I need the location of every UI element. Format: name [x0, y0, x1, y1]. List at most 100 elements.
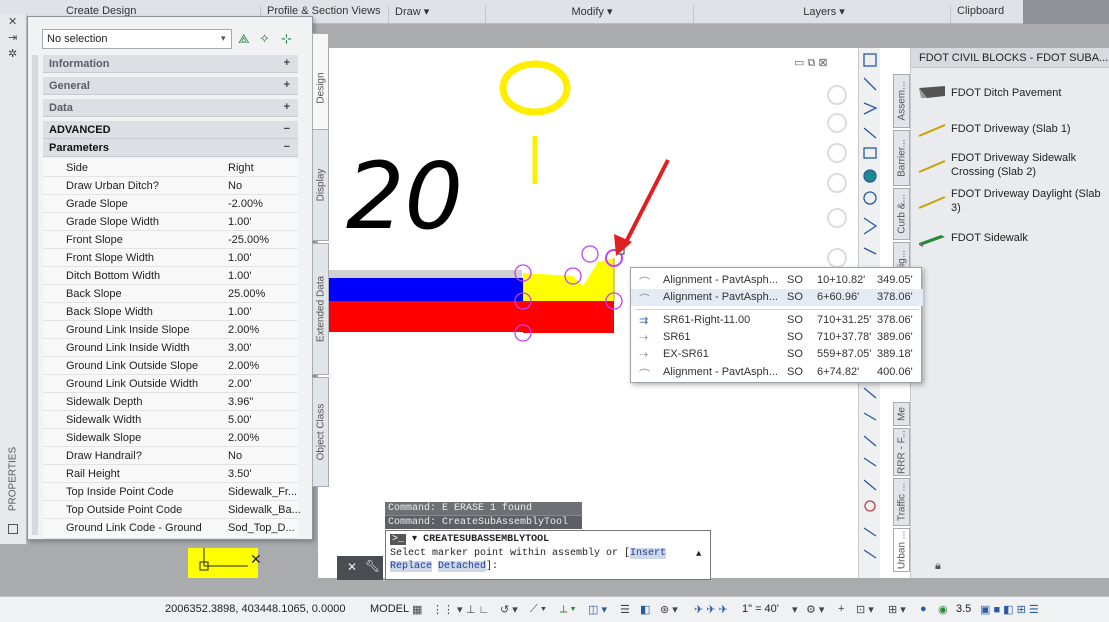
driveway-sidewalk-crossing-icon	[917, 158, 947, 174]
strip-icons[interactable]: ✕ ⇥ ✲	[8, 14, 17, 62]
snap-alignment-popup[interactable]: ⌒ Alignment - PavtAsph... SO 10+10.82' 349.…	[630, 267, 923, 383]
osnap-icon[interactable]: ⟂ ▾	[560, 603, 576, 616]
toggle-pickadd-icon[interactable]: ⊹	[281, 31, 292, 47]
param-row[interactable]: Draw Handrail? No	[43, 447, 298, 465]
properties-toggle-icon[interactable]	[8, 524, 18, 534]
properties-side-strip: ✕ ⇥ ✲ PROPERTIES	[0, 14, 27, 544]
ribbon-panel-draw[interactable]: Draw ▾	[388, 5, 429, 23]
snap-icon[interactable]: ⋮⋮ ▾	[432, 603, 463, 616]
tab-object-class[interactable]: Object Class	[312, 377, 329, 487]
param-row[interactable]: Top Outside Point Code Sidewalk_Ba...	[43, 501, 301, 519]
param-row[interactable]: Ground Link Inside Width 3.00'	[43, 339, 298, 357]
section-general[interactable]: General +	[43, 77, 298, 95]
isodraft-icon[interactable]: ⟋ ▾	[530, 603, 546, 616]
param-row[interactable]: Sidewalk Width 5.00'	[43, 411, 298, 429]
palette-tab-curb[interactable]: Curb &...	[893, 188, 910, 240]
ribbon-panel-layers[interactable]: Layers ▾	[693, 5, 948, 23]
popup-row[interactable]: ⌒ Alignment - PavtAsph... SO 6+74.82' 400.0…	[631, 364, 923, 381]
selection-dropdown[interactable]: No selection ▾	[42, 29, 232, 49]
param-row[interactable]: Rail Height 3.50'	[43, 465, 298, 483]
param-row[interactable]: Ground Link Code - Ground Sod_Top_D...	[43, 519, 298, 539]
palette-tab-rrr[interactable]: RRR - F...	[893, 428, 910, 476]
param-row[interactable]: Back Slope Width 1.00'	[43, 303, 298, 321]
chevron-up-icon[interactable]: ▲	[696, 549, 701, 559]
properties-icon[interactable]: ⊞ ▾	[888, 603, 906, 616]
clean-screen-icon[interactable]: ▣ ■ ◧ ⊞ ☰	[980, 603, 1039, 616]
palette-item-ditch-pavement[interactable]: FDOT Ditch Pavement	[951, 86, 1101, 100]
param-row[interactable]: Grade Slope -2.00%	[43, 195, 298, 213]
palette-item-driveway-daylight[interactable]: FDOT Driveway Daylight (Slab 3)	[951, 187, 1101, 215]
select-objects-icon[interactable]: ✧	[259, 31, 270, 47]
section-data[interactable]: Data +	[43, 99, 298, 117]
workspace-gear-icon[interactable]: ⚙ ▾	[806, 603, 824, 616]
popup-row[interactable]: ⌒ Alignment - PavtAsph... SO 10+10.82' 349.…	[631, 272, 923, 289]
section-information[interactable]: Information +	[43, 55, 298, 73]
palette-tab-traffic[interactable]: Traffic ...	[893, 478, 910, 526]
palette-tab-assemblies[interactable]: Assem...	[893, 74, 910, 128]
isolate-icon[interactable]: ●	[920, 603, 927, 615]
param-row[interactable]: Sidewalk Depth 3.96"	[43, 393, 298, 411]
popup-row[interactable]: ⇉ SR61-Right-11.00 SO 710+31.25' 378.06'	[631, 312, 923, 329]
param-row[interactable]: Draw Urban Ditch? No	[43, 177, 298, 195]
ribbon-panel-clipboard[interactable]: Clipboard	[950, 5, 1004, 23]
properties-scrollbar[interactable]	[32, 55, 38, 535]
param-row[interactable]: Ditch Bottom Width 1.00'	[43, 267, 298, 285]
section-parameters[interactable]: Parameters −	[43, 139, 298, 157]
param-row[interactable]: Front Slope Width 1.00'	[43, 249, 298, 267]
plus-icon[interactable]: +	[838, 603, 844, 615]
palette-item-sidewalk[interactable]: FDOT Sidewalk	[951, 231, 1101, 245]
status-number[interactable]: 3.5	[956, 603, 971, 615]
option-detached[interactable]: Detached	[438, 561, 487, 572]
coordinates-readout[interactable]: 2006352.3898, 403448.1065, 0.0000	[165, 603, 345, 615]
param-row[interactable]: Sidewalk Slope 2.00%	[43, 429, 298, 447]
param-row[interactable]: Top Inside Point Code Sidewalk_Fr...	[43, 483, 298, 501]
palette-item-driveway-sidewalk-crossing[interactable]: FDOT Driveway Sidewalk Crossing (Slab 2)	[951, 151, 1101, 179]
chevron-down-icon[interactable]: ▾	[792, 603, 798, 616]
transparency-icon[interactable]: ◧	[640, 603, 650, 616]
param-row[interactable]: Side Right	[43, 159, 298, 177]
alignment-icon: ⌒	[639, 277, 650, 289]
tab-extended-data[interactable]: Extended Data	[312, 243, 329, 375]
hardware-accel-icon[interactable]: ◉	[938, 603, 948, 616]
selection-value: No selection	[47, 33, 108, 45]
grid-icon[interactable]: ▦	[412, 603, 422, 616]
param-row[interactable]: Ground Link Outside Width 2.00'	[43, 375, 298, 393]
tool-palette: FDOT CIVIL BLOCKS - FDOT SUBA... Assem..…	[893, 48, 1109, 578]
popup-row[interactable]: ⇢ SR61 SO 710+37.78' 389.06'	[631, 329, 923, 346]
palette-tab-me[interactable]: Me	[893, 402, 910, 426]
polar-icon[interactable]: ↺ ▾	[500, 603, 518, 616]
units-icon[interactable]: ⊡ ▾	[856, 603, 874, 616]
param-row[interactable]: Ground Link Inside Slope 2.00%	[43, 321, 298, 339]
section-advanced[interactable]: ADVANCED −	[43, 121, 298, 139]
annotation-scale[interactable]: 1" = 40'	[742, 603, 779, 615]
tab-design[interactable]: Design	[312, 33, 329, 143]
palette-tab-barriers[interactable]: Barrier...	[893, 130, 910, 186]
command-line-controls[interactable]: ✕ 🔧︎	[337, 556, 383, 580]
ribbon-panel-modify[interactable]: Modify ▾	[485, 5, 692, 23]
param-row[interactable]: Grade Slope Width 1.00'	[43, 213, 298, 231]
option-insert[interactable]: Insert	[630, 548, 667, 559]
tab-display[interactable]: Display	[312, 129, 329, 241]
selection-cycling-icon[interactable]: ⊛ ▾	[660, 603, 678, 616]
option-replace[interactable]: Replace	[390, 561, 433, 572]
command-line-input[interactable]: >_ ▾ CREATESUBASSEMBLYTOOL Select marker…	[385, 530, 711, 580]
lock-icon[interactable]: 🔒︎	[935, 560, 941, 573]
palette-tab-urban[interactable]: Urban ...	[893, 528, 910, 572]
param-row[interactable]: Back Slope 25.00%	[43, 285, 298, 303]
quick-select-icon[interactable]: ⟁	[238, 31, 250, 47]
model-button[interactable]: MODEL	[370, 603, 409, 615]
annotation-visibility-icon[interactable]: ✈ ✈ ✈	[694, 603, 728, 616]
alignment-icon: ⇢	[639, 332, 649, 344]
wrench-icon[interactable]: 🔧︎	[365, 559, 380, 573]
popup-row[interactable]: ⇢ EX-SR61 SO 559+87.05' 389.18'	[631, 346, 923, 363]
close-icon[interactable]: ✕	[347, 560, 357, 574]
osnap-tracking-icon[interactable]: ◫ ▾	[588, 603, 607, 616]
ortho-icon[interactable]: ⊥ ∟	[466, 603, 489, 616]
status-bar: 2006352.3898, 403448.1065, 0.0000 MODEL …	[0, 596, 1109, 622]
popup-row[interactable]: ⌒ Alignment - PavtAsph... SO 6+60.96' 378.0…	[631, 289, 923, 306]
sketch-twenty: 20	[346, 143, 463, 250]
palette-item-driveway-slab1[interactable]: FDOT Driveway (Slab 1)	[951, 122, 1101, 136]
param-row[interactable]: Ground Link Outside Slope 2.00%	[43, 357, 298, 375]
lineweight-icon[interactable]: ☰	[620, 603, 630, 616]
param-row[interactable]: Front Slope -25.00%	[43, 231, 298, 249]
